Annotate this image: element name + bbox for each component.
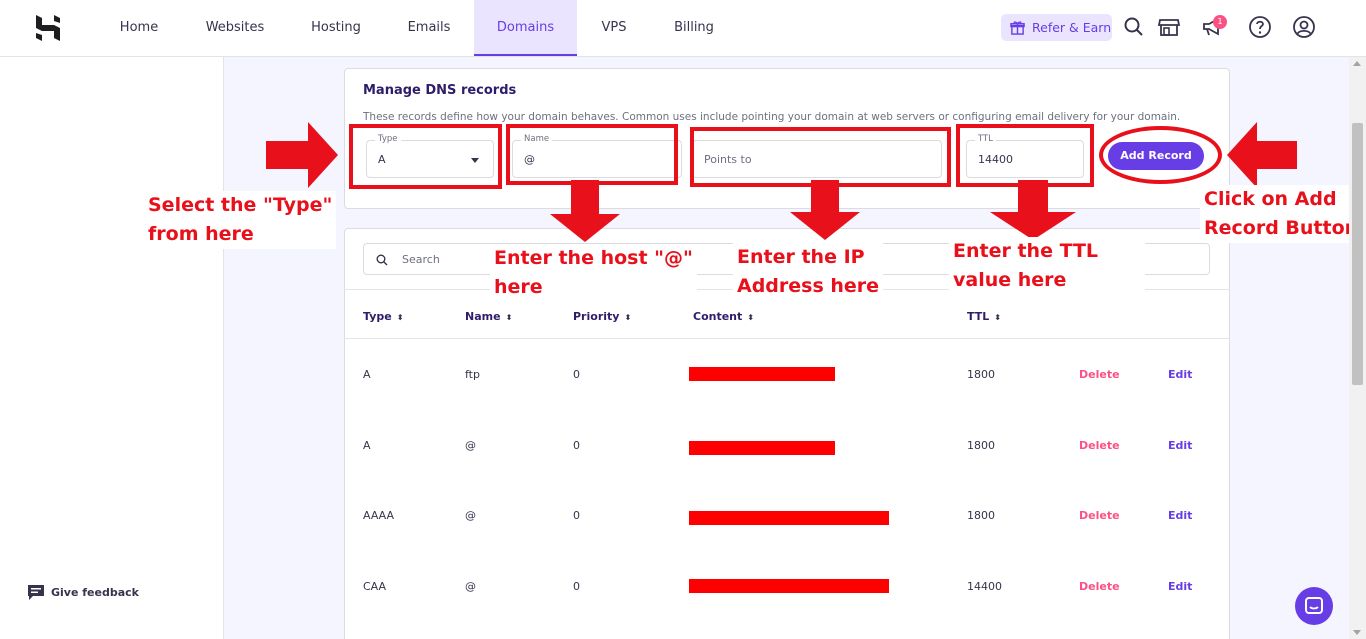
search-icon — [376, 254, 388, 266]
feedback-icon — [28, 585, 44, 600]
redacted-content — [689, 579, 889, 593]
chat-icon — [1305, 597, 1323, 614]
cell-ttl: 14400 — [967, 580, 1002, 593]
cell-priority: 0 — [573, 368, 580, 381]
sort-icon: ⬍ — [994, 312, 1001, 322]
arrow-down-icon — [790, 180, 860, 240]
cell-name: @ — [465, 580, 476, 593]
annotation-enter-ip: Enter the IP Address here — [733, 243, 884, 301]
annotation-oval-add-record — [1099, 126, 1222, 184]
nav-emails[interactable]: Emails — [397, 0, 461, 56]
store-icon[interactable] — [1157, 15, 1181, 39]
annotation-box-points-to — [690, 127, 951, 187]
help-icon[interactable] — [1248, 15, 1272, 39]
chat-button[interactable] — [1295, 587, 1333, 625]
gift-icon — [1010, 21, 1025, 35]
page-scrollbar[interactable] — [1349, 57, 1366, 639]
annotation-box-ttl — [956, 124, 1094, 187]
arrow-down-icon — [550, 180, 620, 242]
account-icon[interactable] — [1292, 15, 1316, 39]
column-header-ttl[interactable]: TTL ⬍ — [967, 310, 1001, 323]
annotation-enter-ttl: Enter the TTL value here — [949, 237, 1145, 295]
cell-type: CAA — [363, 580, 387, 593]
cell-ttl: 1800 — [967, 439, 995, 452]
cell-ttl: 1800 — [967, 509, 995, 522]
arrow-right-icon — [266, 122, 338, 188]
edit-button[interactable]: Edit — [1168, 439, 1192, 452]
cell-type: A — [363, 368, 371, 381]
annotation-click-add: Click on Add Record Button — [1200, 185, 1363, 243]
nav-billing[interactable]: Billing — [666, 0, 722, 56]
arrow-left-icon — [1227, 122, 1297, 188]
sidebar — [0, 57, 224, 639]
hostinger-logo[interactable] — [36, 15, 60, 41]
table-divider — [344, 338, 1230, 339]
nav-domains[interactable]: Domains — [474, 0, 577, 56]
annotation-enter-host: Enter the host "@" here — [490, 244, 697, 302]
search-icon[interactable] — [1122, 15, 1146, 39]
top-navigation: Home Websites Hosting Emails Domains VPS… — [0, 0, 1366, 57]
nav-hosting[interactable]: Hosting — [301, 0, 371, 56]
column-header-content[interactable]: Content ⬍ — [693, 310, 754, 323]
redacted-content — [689, 441, 835, 455]
give-feedback-label: Give feedback — [51, 586, 139, 599]
nav-home[interactable]: Home — [104, 0, 174, 56]
cell-type: AAAA — [363, 509, 395, 522]
delete-button[interactable]: Delete — [1079, 439, 1120, 452]
delete-button[interactable]: Delete — [1079, 580, 1120, 593]
annotation-box-name — [506, 124, 678, 185]
nav-websites[interactable]: Websites — [196, 0, 274, 56]
cell-name: @ — [465, 509, 476, 522]
dns-card-title: Manage DNS records — [363, 83, 517, 98]
delete-button[interactable]: Delete — [1079, 509, 1120, 522]
dns-card-description: These records define how your domain beh… — [363, 111, 1181, 123]
cell-name: @ — [465, 439, 476, 452]
cell-type: A — [363, 439, 371, 452]
redacted-content — [689, 367, 835, 381]
cell-priority: 0 — [573, 509, 580, 522]
column-header-name[interactable]: Name ⬍ — [465, 310, 512, 323]
notification-badge: 1 — [1213, 15, 1227, 29]
redacted-content — [689, 511, 889, 525]
column-header-type[interactable]: Type ⬍ — [363, 310, 403, 323]
annotation-select-type: Select the "Type" from here — [144, 191, 337, 249]
scrollbar-thumb[interactable] — [1352, 123, 1363, 385]
refer-earn-button[interactable]: Refer & Earn — [1001, 14, 1112, 41]
nav-vps[interactable]: VPS — [589, 0, 639, 56]
scroll-up-icon[interactable] — [1353, 61, 1361, 66]
sort-icon: ⬍ — [624, 312, 632, 322]
sort-icon: ⬍ — [747, 312, 754, 322]
sort-icon: ⬍ — [505, 312, 513, 322]
annotation-box-type — [349, 124, 502, 189]
sort-icon: ⬍ — [396, 312, 404, 322]
cell-priority: 0 — [573, 580, 580, 593]
column-header-priority[interactable]: Priority ⬍ — [573, 310, 631, 323]
scroll-down-icon[interactable] — [1353, 630, 1361, 635]
arrow-down-icon — [990, 180, 1076, 240]
edit-button[interactable]: Edit — [1168, 509, 1192, 522]
search-placeholder: Search — [402, 253, 440, 266]
cell-priority: 0 — [573, 439, 580, 452]
delete-button[interactable]: Delete — [1079, 368, 1120, 381]
refer-earn-label: Refer & Earn — [1032, 20, 1112, 35]
edit-button[interactable]: Edit — [1168, 368, 1192, 381]
cell-ttl: 1800 — [967, 368, 995, 381]
edit-button[interactable]: Edit — [1168, 580, 1192, 593]
cell-name: ftp — [465, 368, 480, 381]
